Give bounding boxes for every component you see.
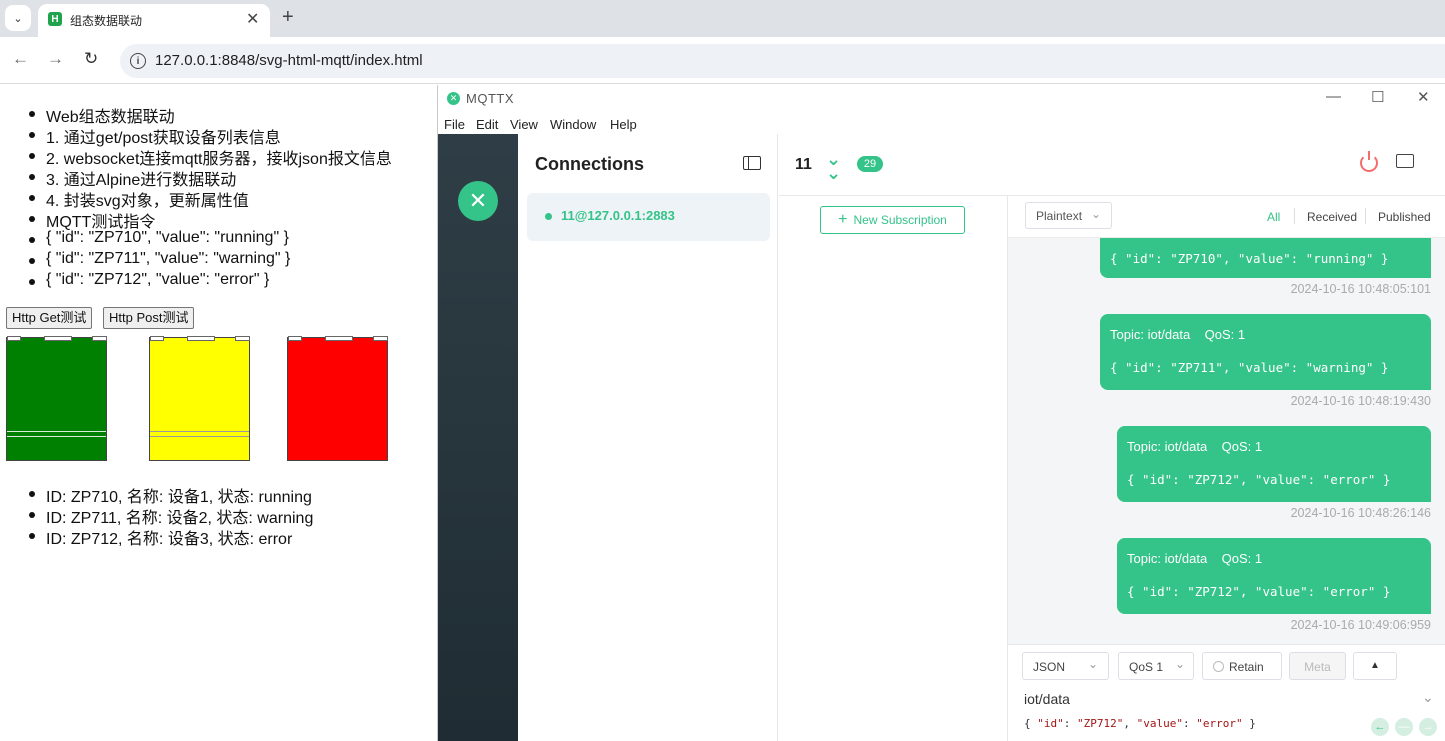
qos-value: QoS 1: [1129, 660, 1164, 674]
device-zp710-graphic: [6, 336, 107, 461]
message-payload: { "id": "ZP712", "value": "error" }: [1127, 472, 1391, 487]
menu-window[interactable]: Window: [550, 117, 596, 132]
app-sidebar: ✕: [438, 134, 518, 741]
retain-checkbox[interactable]: Retain: [1202, 652, 1282, 680]
message-topic: Topic: iot/data QoS: 1: [1127, 551, 1263, 566]
payload-type-select[interactable]: JSON ⌄: [1022, 652, 1109, 680]
divider: [1365, 208, 1366, 224]
browser-toolbar: ← → ↻ i 127.0.0.1:8848/svg-html-mqtt/ind…: [0, 37, 1445, 84]
message-timestamp: 2024-10-16 10:48:05:101: [1290, 282, 1431, 296]
chevron-down-icon: ⌄: [1090, 207, 1101, 221]
mqttx-logo-icon[interactable]: ✕: [458, 181, 498, 221]
connection-item[interactable]: 11@127.0.0.1:2883: [527, 193, 770, 241]
disconnect-power-icon[interactable]: [1360, 151, 1378, 172]
menu-bar: File Edit View Window Help: [438, 112, 1445, 134]
chevron-down-icon: ⌄: [1174, 657, 1185, 671]
retain-label: Retain: [1229, 660, 1264, 674]
mqttx-title-bar: ✕ MQTTX — ☐ ✕: [438, 85, 1445, 112]
sidebar-toggle-icon[interactable]: [743, 156, 761, 170]
chevron-down-icon: ⌄: [1087, 657, 1098, 671]
favicon-icon: H: [48, 12, 62, 26]
http-post-button[interactable]: Http Post测试: [103, 307, 195, 329]
message-payload: { "id": "ZP711", "value": "warning" }: [1110, 360, 1389, 375]
new-subscription-button[interactable]: + New Subscription: [820, 206, 965, 234]
plus-icon: +: [838, 211, 848, 228]
connections-title: Connections: [535, 154, 645, 174]
list-item: { "id": "ZP710", "value": "running" }: [29, 229, 289, 246]
message-bubble[interactable]: Topic: iot/data QoS: 1 { "id": "ZP712", …: [1117, 538, 1431, 614]
back-arrow-icon[interactable]: ←: [12, 49, 29, 69]
web-page: Web组态数据联动 1. 通过get/post获取设备列表信息 2. webso…: [0, 85, 437, 741]
connections-panel: Connections 11@127.0.0.1:2883: [518, 134, 778, 741]
address-bar[interactable]: i 127.0.0.1:8848/svg-html-mqtt/index.htm…: [120, 44, 1445, 78]
reload-icon[interactable]: ↻: [84, 49, 98, 69]
publish-payload-editor[interactable]: { "id": "ZP712", "value": "error" }: [1024, 717, 1256, 730]
message-bubble[interactable]: { "id": "ZP710", "value": "running" }: [1100, 238, 1431, 278]
payload-type-value: JSON: [1033, 660, 1066, 674]
message-bubble[interactable]: Topic: iot/data QoS: 1 { "id": "ZP712", …: [1117, 426, 1431, 502]
maximize-icon[interactable]: ☐: [1371, 88, 1384, 106]
connection-header: 11 ⌄ ⌄ 29: [779, 134, 1445, 196]
previous-message-icon[interactable]: ←: [1371, 718, 1389, 736]
menu-file[interactable]: File: [444, 117, 465, 132]
http-get-button[interactable]: Http Get测试: [6, 307, 93, 329]
device-list-item: ID: ZP712, 名称: 设备3, 状态: error: [28, 525, 292, 549]
menu-view[interactable]: View: [510, 117, 538, 132]
connected-status-dot: [545, 213, 552, 220]
radio-circle-icon: [1213, 661, 1224, 672]
clear-icon[interactable]: —: [1395, 718, 1413, 736]
message-timestamp: 2024-10-16 10:48:26:146: [1290, 506, 1431, 520]
list-item: { "id": "ZP711", "value": "warning" }: [28, 250, 291, 267]
chevron-down-icon[interactable]: ⌄: [1422, 689, 1434, 706]
tab-close-icon[interactable]: ✕: [246, 9, 259, 29]
message-count-badge: 29: [857, 156, 883, 172]
subscriptions-panel: + New Subscription: [779, 196, 1008, 741]
double-chevron-down-icon[interactable]: ⌄ ⌄: [826, 150, 841, 182]
filter-published-tab[interactable]: Published: [1378, 210, 1431, 224]
connection-title: 11: [795, 156, 812, 173]
mqttx-window: ✕ MQTTX — ☐ ✕ File Edit View Window Help…: [437, 85, 1445, 741]
url-text[interactable]: 127.0.0.1:8848/svg-html-mqtt/index.html: [155, 52, 423, 69]
browser-tab[interactable]: H 组态数据联动 ✕: [38, 4, 270, 37]
site-info-icon[interactable]: i: [130, 53, 146, 69]
close-window-icon[interactable]: ✕: [1417, 88, 1430, 106]
filter-all-tab[interactable]: All: [1267, 210, 1280, 224]
menu-edit[interactable]: Edit: [476, 117, 498, 132]
format-value: Plaintext: [1036, 209, 1083, 223]
meta-button[interactable]: Meta: [1289, 652, 1346, 680]
messages-toolbar: Plaintext ⌄ All Received Published: [1008, 196, 1445, 238]
divider: [1294, 208, 1295, 224]
browser-tab-strip: ⌄ H 组态数据联动 ✕ +: [0, 0, 1445, 37]
publish-editor: JSON ⌄ QoS 1 ⌄ Retain Meta ▲ iot/data ⌄ …: [1008, 644, 1445, 741]
filter-received-tab[interactable]: Received: [1307, 210, 1357, 224]
message-menu-icon[interactable]: [1396, 154, 1414, 168]
message-timestamp: 2024-10-16 10:48:19:430: [1290, 394, 1431, 408]
publish-topic-input[interactable]: iot/data: [1024, 691, 1070, 707]
message-topic: Topic: iot/data QoS: 1: [1110, 327, 1246, 342]
list-item: { "id": "ZP712", "value": "error" }: [28, 271, 270, 288]
device-zp712-graphic: [287, 336, 388, 461]
menu-help[interactable]: Help: [610, 117, 637, 132]
collapse-up-icon[interactable]: ▲: [1353, 652, 1397, 680]
new-tab-icon[interactable]: +: [282, 6, 294, 29]
payload-format-select[interactable]: Plaintext ⌄: [1025, 202, 1112, 229]
message-payload: { "id": "ZP710", "value": "running" }: [1110, 251, 1389, 266]
tab-search-icon[interactable]: ⌄: [5, 5, 31, 31]
message-bubble[interactable]: Topic: iot/data QoS: 1 { "id": "ZP711", …: [1100, 314, 1431, 390]
mqttx-logo-icon: ✕: [447, 92, 460, 105]
message-payload: { "id": "ZP712", "value": "error" }: [1127, 584, 1391, 599]
minimize-icon[interactable]: —: [1326, 88, 1341, 105]
tab-title: 组态数据联动: [70, 14, 143, 28]
qos-select[interactable]: QoS 1 ⌄: [1118, 652, 1194, 680]
connection-name: 11@127.0.0.1:2883: [561, 208, 675, 223]
message-timestamp: 2024-10-16 10:49:06:959: [1290, 618, 1431, 632]
window-title: MQTTX: [466, 91, 514, 106]
new-subscription-label: New Subscription: [853, 213, 947, 227]
forward-arrow-icon[interactable]: →: [47, 49, 64, 69]
device-zp711-graphic: [149, 336, 250, 461]
message-topic: Topic: iot/data QoS: 1: [1127, 439, 1263, 454]
next-message-icon[interactable]: →: [1419, 718, 1437, 736]
